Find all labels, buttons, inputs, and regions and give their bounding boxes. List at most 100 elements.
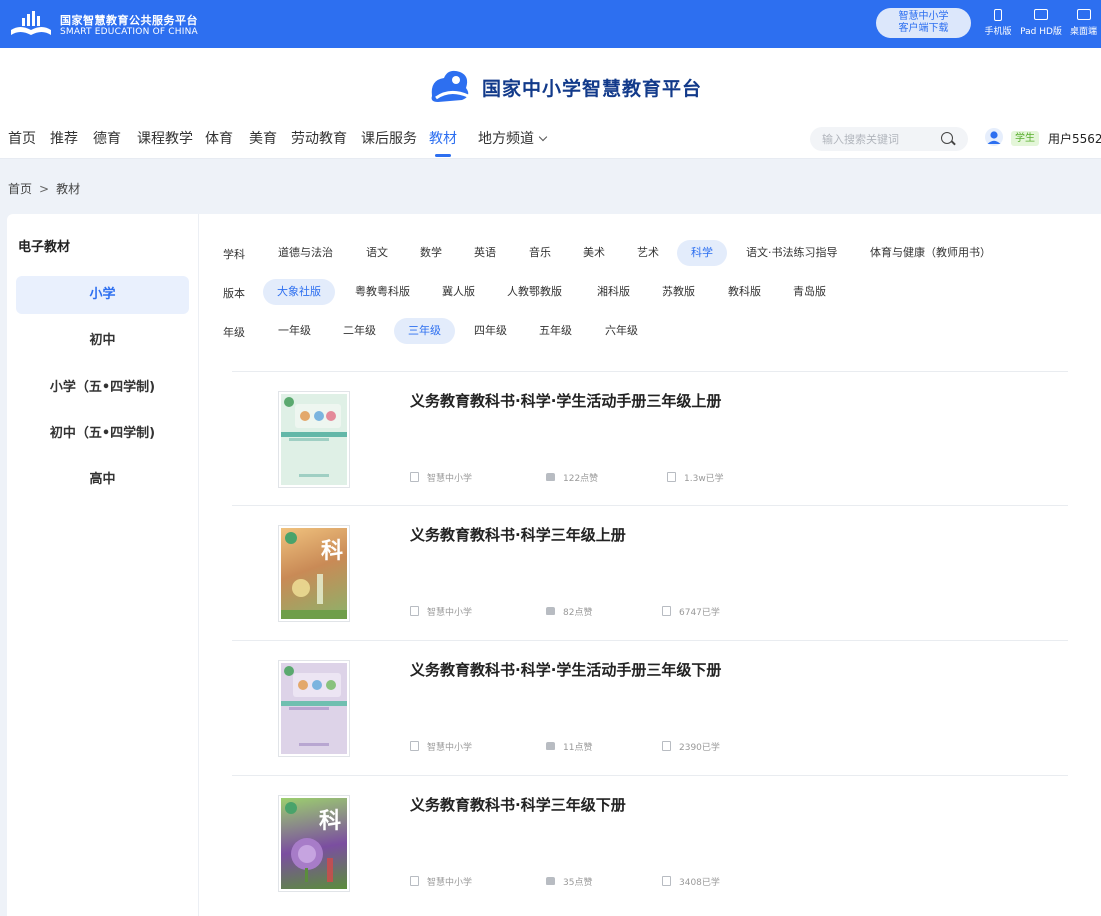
username[interactable]: 用户5562	[1048, 130, 1101, 147]
chip-subject-math[interactable]: 数学	[406, 240, 456, 266]
chip-subject-science[interactable]: 科学	[677, 240, 727, 266]
nav-courses[interactable]: 课程教学	[137, 128, 193, 148]
smart-education-logo-icon[interactable]	[8, 8, 54, 40]
learned-icon	[662, 876, 671, 886]
user-avatar-icon[interactable]	[985, 128, 1003, 146]
search-input[interactable]	[822, 131, 937, 147]
chip-grade-2[interactable]: 二年级	[329, 318, 390, 344]
cover-art	[281, 394, 347, 485]
cover-illustration-icon: 科	[281, 532, 347, 619]
book-title[interactable]: 义务教育教科书·科学三年级下册	[410, 794, 626, 815]
download-label-2: 客户端下载	[898, 23, 949, 34]
book-title[interactable]: 义务教育教科书·科学三年级上册	[410, 524, 626, 545]
pad-version-link[interactable]: Pad HD版	[1018, 9, 1064, 37]
book-title[interactable]: 义务教育教科书·科学·学生活动手册三年级上册	[410, 390, 721, 411]
book-item[interactable]: 义务教育教科书·科学·学生活动手册三年级下册 智慧中小学 11点赞 2390已学	[232, 640, 1068, 775]
likes-text: 122点赞	[563, 474, 599, 484]
sidebar-item-junior[interactable]: 初中	[16, 322, 189, 360]
book-likes: 122点赞	[546, 471, 598, 484]
nav-local-channel[interactable]: 地方频道	[478, 128, 548, 148]
platform-name-en[interactable]: SMART EDUCATION OF CHINA	[60, 27, 198, 37]
nav-recommend[interactable]: 推荐	[50, 128, 78, 148]
chip-subject-calligraphy[interactable]: 语文·书法练习指导	[732, 240, 852, 266]
learned-icon	[662, 741, 671, 751]
chip-subject-pe-teacher[interactable]: 体育与健康（教师用书）	[856, 240, 1005, 266]
book-cover[interactable]: 科	[278, 525, 350, 622]
sidebar-item-senior[interactable]: 高中	[16, 461, 189, 499]
book-source: 智慧中小学	[410, 471, 472, 484]
grade-label: 年级	[223, 326, 245, 339]
device-label: 桌面端	[1069, 27, 1097, 37]
brand-name: 国家中小学智慧教育平台	[482, 78, 703, 100]
likes-text: 35点赞	[563, 878, 593, 888]
learned-icon	[662, 606, 671, 616]
chip-edition-yuejiao[interactable]: 粤教粤科版	[341, 279, 424, 305]
chip-grade-6[interactable]: 六年级	[591, 318, 652, 344]
chip-edition-jiaoke[interactable]: 教科版	[714, 279, 775, 305]
chip-subject-morality[interactable]: 道德与法治	[264, 240, 347, 266]
breadcrumb-home[interactable]: 首页	[8, 182, 32, 196]
book-likes: 11点赞	[546, 740, 592, 753]
book-item[interactable]: 科 义务教育教科书·科学三年级上册 智慧中小学 82点赞 6747已学	[232, 505, 1068, 640]
sidebar-item-junior-54[interactable]: 初中（五•四学制)	[16, 415, 189, 453]
chip-edition-qingdao[interactable]: 青岛版	[779, 279, 840, 305]
edition-label: 版本	[223, 287, 245, 300]
chip-subject-fine-arts[interactable]: 美术	[569, 240, 619, 266]
nav-home[interactable]: 首页	[8, 128, 36, 148]
book-learners: 3408已学	[662, 875, 720, 888]
nav-after-school[interactable]: 课后服务	[361, 128, 417, 148]
chip-edition-sujiao[interactable]: 苏教版	[648, 279, 709, 305]
search-box	[810, 127, 968, 151]
cover-illustration-icon	[281, 397, 347, 477]
search-icon[interactable]	[941, 132, 953, 144]
cover-illustration-icon: 科	[285, 802, 341, 882]
chip-grade-3[interactable]: 三年级	[394, 318, 455, 344]
book-item[interactable]: 义务教育教科书·科学·学生活动手册三年级上册 智慧中小学 122点赞 1.3w已…	[232, 371, 1068, 506]
book-cover[interactable]: 科	[278, 795, 350, 892]
platform-name[interactable]: 国家智慧教育公共服务平台	[60, 12, 198, 28]
chip-subject-music[interactable]: 音乐	[515, 240, 565, 266]
chip-edition-renjiao-e[interactable]: 人教鄂教版	[493, 279, 576, 305]
chip-edition-daxiang[interactable]: 大象社版	[263, 279, 335, 305]
sidebar-item-primary-54[interactable]: 小学（五•四学制)	[16, 369, 189, 407]
cover-art: 科	[281, 798, 347, 889]
chip-edition-jiren[interactable]: 冀人版	[428, 279, 489, 305]
chip-subject-art[interactable]: 艺术	[623, 240, 673, 266]
book-source: 智慧中小学	[410, 605, 472, 618]
book-cover[interactable]	[278, 391, 350, 488]
book-title[interactable]: 义务教育教科书·科学·学生活动手册三年级下册	[410, 659, 721, 680]
top-bar: 国家智慧教育公共服务平台 SMART EDUCATION OF CHINA 智慧…	[0, 0, 1101, 48]
nav-moral[interactable]: 德育	[93, 128, 121, 148]
monitor-icon	[1076, 9, 1091, 20]
chip-subject-chinese[interactable]: 语文	[352, 240, 402, 266]
book-cover[interactable]	[278, 660, 350, 757]
client-download-button[interactable]: 智慧中小学 客户端下载	[876, 8, 971, 38]
chip-grade-1[interactable]: 一年级	[264, 318, 325, 344]
nav-labor[interactable]: 劳动教育	[291, 128, 347, 148]
nav-local-label: 地方频道	[478, 131, 534, 147]
source-text: 智慧中小学	[427, 878, 473, 888]
book-learners: 2390已学	[662, 740, 720, 753]
chip-grade-5[interactable]: 五年级	[525, 318, 586, 344]
svg-text:科: 科	[319, 809, 341, 834]
sidebar-item-primary[interactable]: 小学	[16, 276, 189, 314]
learners-text: 2390已学	[679, 743, 720, 753]
book-learners: 1.3w已学	[667, 471, 724, 484]
mobile-version-link[interactable]: 手机版	[982, 9, 1014, 37]
download-label-1: 智慧中小学	[898, 11, 949, 22]
learners-text: 1.3w已学	[684, 474, 724, 484]
svg-text:科: 科	[321, 539, 343, 564]
chip-edition-xiangke[interactable]: 湘科版	[583, 279, 644, 305]
chip-subject-english[interactable]: 英语	[460, 240, 510, 266]
nav-sports[interactable]: 体育	[205, 128, 233, 148]
cover-art: 科	[281, 528, 347, 619]
desktop-version-link[interactable]: 桌面端	[1066, 9, 1101, 37]
nav-textbooks[interactable]: 教材	[429, 128, 457, 157]
book-item[interactable]: 科 义务教育教科书·科学三年级下册 智慧中小学 35点赞 3408已学	[232, 775, 1068, 910]
learned-icon	[667, 472, 676, 482]
phone-icon	[994, 9, 1002, 21]
brand-logo-icon	[431, 70, 469, 102]
breadcrumb-current: 教材	[56, 182, 81, 196]
chip-grade-4[interactable]: 四年级	[460, 318, 521, 344]
nav-arts[interactable]: 美育	[249, 128, 277, 148]
